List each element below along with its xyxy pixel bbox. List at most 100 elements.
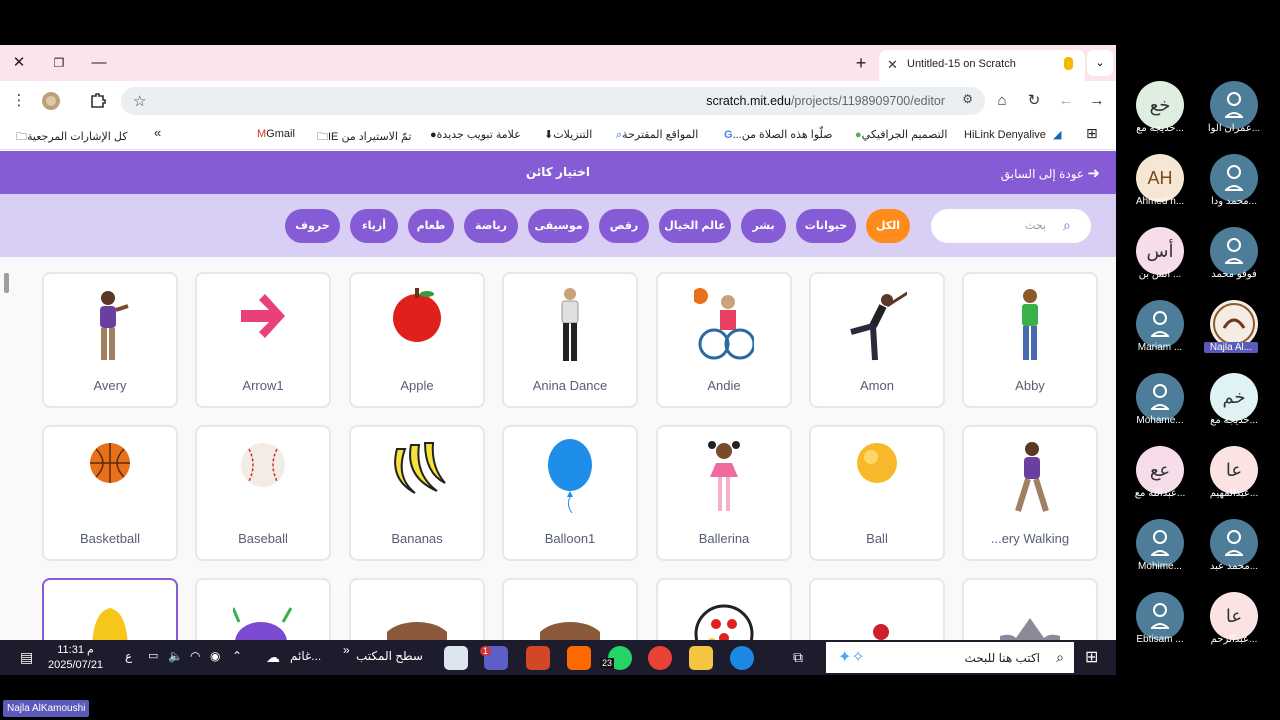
- bookmark-gmail[interactable]: GmailM: [253, 128, 295, 140]
- page-title: اختيار كائن: [525, 165, 591, 179]
- sprite-card-apple[interactable]: Apple: [349, 272, 485, 408]
- bookmark-ie-import[interactable]: تمّ الاستيراد من IE🗀: [313, 128, 411, 147]
- sprite-card-baseball[interactable]: Baseball: [195, 425, 331, 561]
- powerpoint-icon[interactable]: [526, 646, 550, 670]
- bookmarks-more-icon[interactable]: »: [154, 125, 161, 140]
- participant-avatar[interactable]: عا: [1210, 446, 1258, 494]
- back-icon[interactable]: →: [1086, 91, 1108, 111]
- participant-avatar[interactable]: [1210, 227, 1258, 275]
- extensions-icon[interactable]: [87, 91, 109, 111]
- sprite-card-balloon1[interactable]: Balloon1: [502, 425, 638, 561]
- participant-avatar[interactable]: [1136, 373, 1184, 421]
- apps-grid-icon[interactable]: ⊞: [1086, 125, 1098, 142]
- search-input[interactable]: بحث ⌕: [931, 209, 1091, 243]
- desktop-chevron-icon[interactable]: »: [343, 643, 350, 657]
- sprite-card-avery-walking[interactable]: ...ery Walking: [962, 425, 1098, 561]
- participant-avatar[interactable]: [1210, 154, 1258, 202]
- pinned-app-photos-icon[interactable]: [444, 646, 468, 670]
- participant-avatar[interactable]: [1136, 519, 1184, 567]
- kebab-menu-icon[interactable]: ⋮: [8, 91, 30, 111]
- sprite-card-arrow1[interactable]: Arrow1: [195, 272, 331, 408]
- notifications-icon[interactable]: ▤: [20, 649, 33, 666]
- filter-fashion[interactable]: أزياء: [350, 209, 398, 243]
- reload-icon[interactable]: ↻: [1023, 91, 1045, 111]
- task-view-icon[interactable]: ⧉: [793, 649, 803, 666]
- sprite-card-basketball[interactable]: Basketball: [42, 425, 178, 561]
- bookmark-new-tab[interactable]: علامة تبويب جديدة●: [426, 128, 521, 141]
- bookmark-star-icon[interactable]: ☆: [133, 92, 146, 110]
- windows-start-icon[interactable]: ⊞: [1085, 647, 1098, 667]
- participant-avatar[interactable]: أس: [1136, 227, 1184, 275]
- tab-search-chevron-icon[interactable]: ⌄: [1087, 50, 1113, 76]
- bookmark-downloads[interactable]: التنزيلات⬇: [540, 128, 592, 141]
- window-minimize-icon[interactable]: —: [88, 53, 110, 73]
- weather-text[interactable]: غائم...: [290, 649, 321, 663]
- bookmark-graphic-design[interactable]: التصميم الجرافيكي●: [851, 128, 947, 141]
- bookmark-suggested-sites[interactable]: المواقع المقترحة⌕: [612, 128, 698, 142]
- filter-dance[interactable]: رقص: [599, 209, 649, 243]
- sprite-card-anina-dance[interactable]: Anina Dance: [502, 272, 638, 408]
- forward-icon[interactable]: ←: [1055, 91, 1077, 111]
- participant-avatar[interactable]: [1136, 300, 1184, 348]
- sprite-card-amon[interactable]: Amon: [809, 272, 945, 408]
- profile-avatar[interactable]: [40, 91, 62, 111]
- filter-letters[interactable]: حروف: [285, 209, 340, 243]
- participant-avatar[interactable]: [1136, 592, 1184, 640]
- desktop-toolbar[interactable]: سطح المكتب: [356, 649, 423, 663]
- participant-avatar[interactable]: [1210, 519, 1258, 567]
- filter-fantasy[interactable]: عالم الخيال: [659, 209, 731, 243]
- taskbar-clock[interactable]: 11:31 م 2025/07/21: [48, 643, 103, 673]
- taskbar-search[interactable]: ✦✧ اكتب هنا للبحث ⌕: [826, 642, 1074, 673]
- participant-avatar[interactable]: AH: [1136, 154, 1184, 202]
- participant-avatar[interactable]: عع: [1136, 446, 1184, 494]
- chrome-icon[interactable]: [648, 646, 672, 670]
- new-tab-icon[interactable]: +: [851, 53, 871, 73]
- input-language[interactable]: ع: [125, 649, 132, 663]
- sprite-label: Amon: [860, 378, 894, 393]
- volume-icon[interactable]: 🔈: [168, 649, 183, 663]
- participant-avatar[interactable]: [1210, 300, 1258, 348]
- sprite-card-abby[interactable]: Abby: [962, 272, 1098, 408]
- participant-avatar[interactable]: عا: [1210, 592, 1258, 640]
- participant-avatar[interactable]: خم: [1210, 373, 1258, 421]
- whatsapp-icon[interactable]: 23: [600, 646, 632, 670]
- teams-icon[interactable]: 1: [480, 646, 508, 670]
- participant-avatar[interactable]: [1210, 81, 1258, 129]
- filter-music[interactable]: موسيقى: [528, 209, 589, 243]
- participant-avatar[interactable]: خع: [1136, 81, 1184, 129]
- address-bar[interactable]: ☆ scratch.mit.edu/projects/1198909700/ed…: [121, 87, 985, 115]
- file-explorer-icon[interactable]: [689, 646, 713, 670]
- bookmarks-folder[interactable]: كل الإشارات المرجعية🗀: [12, 128, 127, 147]
- site-settings-icon[interactable]: ⚙: [962, 92, 973, 106]
- filter-sports[interactable]: رياضة: [464, 209, 518, 243]
- tray-chevron-icon[interactable]: ⌃: [232, 649, 242, 663]
- sprite-card-avery[interactable]: Avery: [42, 272, 178, 408]
- sprite-label: Apple: [400, 378, 434, 393]
- grid-scrollbar[interactable]: [4, 273, 9, 293]
- window-close-icon[interactable]: ✕: [8, 53, 30, 73]
- filter-people[interactable]: بشر: [741, 209, 786, 243]
- participant-name: Mariam ...: [1137, 342, 1183, 353]
- record-icon[interactable]: ◉: [210, 649, 220, 663]
- recorder-icon[interactable]: [567, 646, 591, 670]
- participant-name: Mohame...: [1136, 415, 1184, 426]
- filter-animals[interactable]: حيوانات: [796, 209, 856, 243]
- sprite-card-ball[interactable]: Ball: [809, 425, 945, 561]
- tab-scratch[interactable]: ✕ Untitled-15 on Scratch: [879, 50, 1085, 81]
- back-button[interactable]: ➜ عودة إلى السابق: [1001, 164, 1100, 182]
- weather-icon[interactable]: ☁: [266, 649, 280, 666]
- sprite-card-andie[interactable]: Andie: [656, 272, 792, 408]
- bookmark-hilink[interactable]: HiLink Denyalive ◢: [964, 128, 1061, 141]
- bookmark-prayer[interactable]: صلّوا هذه الصلاة من...G: [720, 128, 833, 141]
- sprite-card-ballerina[interactable]: Ballerina: [656, 425, 792, 561]
- home-icon[interactable]: ⌂: [991, 91, 1013, 111]
- tab-close-icon[interactable]: ✕: [887, 57, 898, 73]
- filter-all[interactable]: الكل: [866, 209, 910, 243]
- edge-icon[interactable]: [730, 646, 754, 670]
- wifi-icon[interactable]: ◠: [190, 649, 200, 663]
- filter-food[interactable]: طعام: [408, 209, 454, 243]
- balloon-sprite-image: [548, 439, 592, 514]
- window-restore-icon[interactable]: ❐: [48, 53, 70, 73]
- sprite-card-bananas[interactable]: Bananas: [349, 425, 485, 561]
- battery-icon[interactable]: ▭: [148, 649, 158, 662]
